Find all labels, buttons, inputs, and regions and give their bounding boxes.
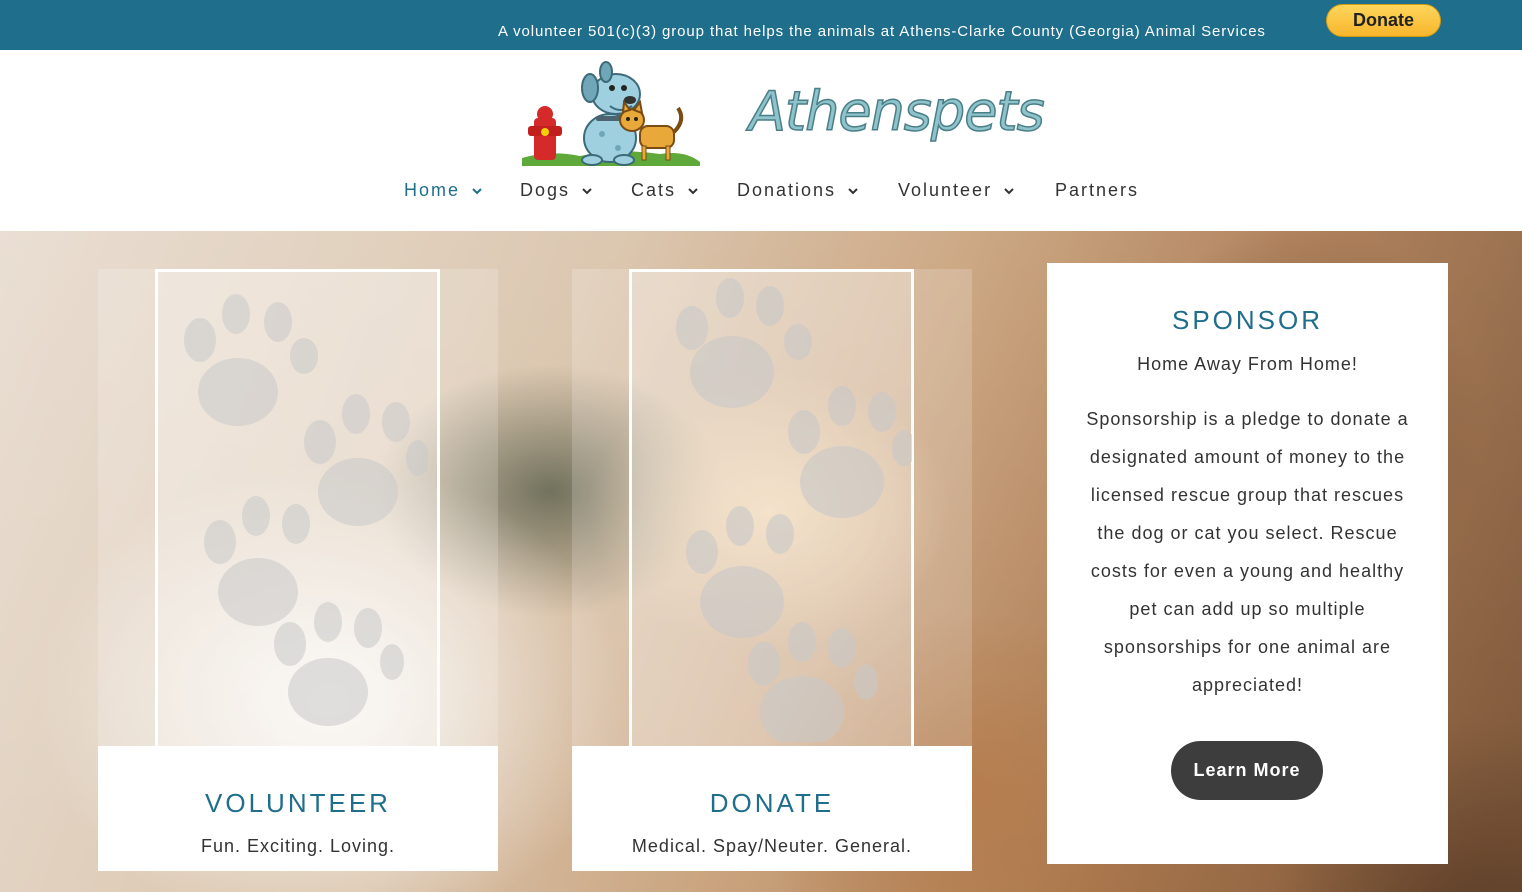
site-tagline: A volunteer 501(c)(3) group that helps t… (498, 23, 1266, 40)
site-logo-text[interactable]: Athenspets (748, 79, 1045, 144)
paw-print-icon (184, 294, 428, 726)
sponsor-description: Sponsorship is a pledge to donate a desi… (1086, 409, 1409, 695)
chevron-down-icon (1004, 188, 1014, 195)
nav-item-dogs[interactable]: Dogs (520, 180, 593, 201)
sponsor-title: SPONSOR (1171, 305, 1324, 335)
nav-item-label: Partners (1055, 180, 1140, 200)
nav-item-home[interactable]: Home (404, 180, 483, 201)
volunteer-card[interactable]: VOLUNTEER Fun. Exciting. Loving. (98, 269, 498, 871)
top-bar: A volunteer 501(c)(3) group that helps t… (0, 0, 1522, 50)
learn-more-button[interactable]: Learn More (1171, 741, 1323, 800)
nav-item-partners[interactable]: Partners (1055, 180, 1139, 201)
nav-item-label: Dogs (520, 180, 571, 200)
chevron-down-icon (582, 188, 592, 195)
nav-item-label: Cats (631, 180, 677, 200)
donate-title[interactable]: DONATE (572, 788, 972, 819)
card-caption: VOLUNTEER Fun. Exciting. Loving. (98, 746, 498, 871)
paypal-donate-button[interactable]: Donate (1326, 4, 1441, 37)
chevron-down-icon (472, 188, 482, 195)
paw-print-icon (676, 278, 912, 742)
nav-item-label: Volunteer (898, 180, 993, 200)
sponsor-card: SPONSOR Home Away From Home! Sponsorship… (1047, 263, 1448, 864)
nav-item-volunteer[interactable]: Volunteer (898, 180, 1015, 201)
nav-item-label: Home (404, 180, 461, 200)
card-caption: DONATE Medical. Spay/Neuter. General. (572, 746, 972, 871)
chevron-down-icon (848, 188, 858, 195)
site-header: Athenspets Home Dogs Cats Donations Volu… (0, 50, 1522, 231)
nav-item-donations[interactable]: Donations (737, 180, 859, 201)
chevron-down-icon (688, 188, 698, 195)
volunteer-title[interactable]: VOLUNTEER (98, 788, 498, 819)
sponsor-subtitle: Home Away From Home! (1137, 354, 1358, 374)
card-image-frame (155, 269, 440, 746)
main-navigation: Home Dogs Cats Donations Volunteer Partn… (0, 180, 1522, 204)
card-image-frame (629, 269, 914, 746)
nav-item-label: Donations (737, 180, 837, 200)
nav-item-cats[interactable]: Cats (631, 180, 699, 201)
donate-card[interactable]: DONATE Medical. Spay/Neuter. General. (572, 269, 972, 871)
volunteer-subtitle: Fun. Exciting. Loving. (200, 836, 396, 856)
donate-subtitle: Medical. Spay/Neuter. General. (631, 836, 913, 856)
logo-pets-illustration[interactable] (520, 58, 702, 168)
